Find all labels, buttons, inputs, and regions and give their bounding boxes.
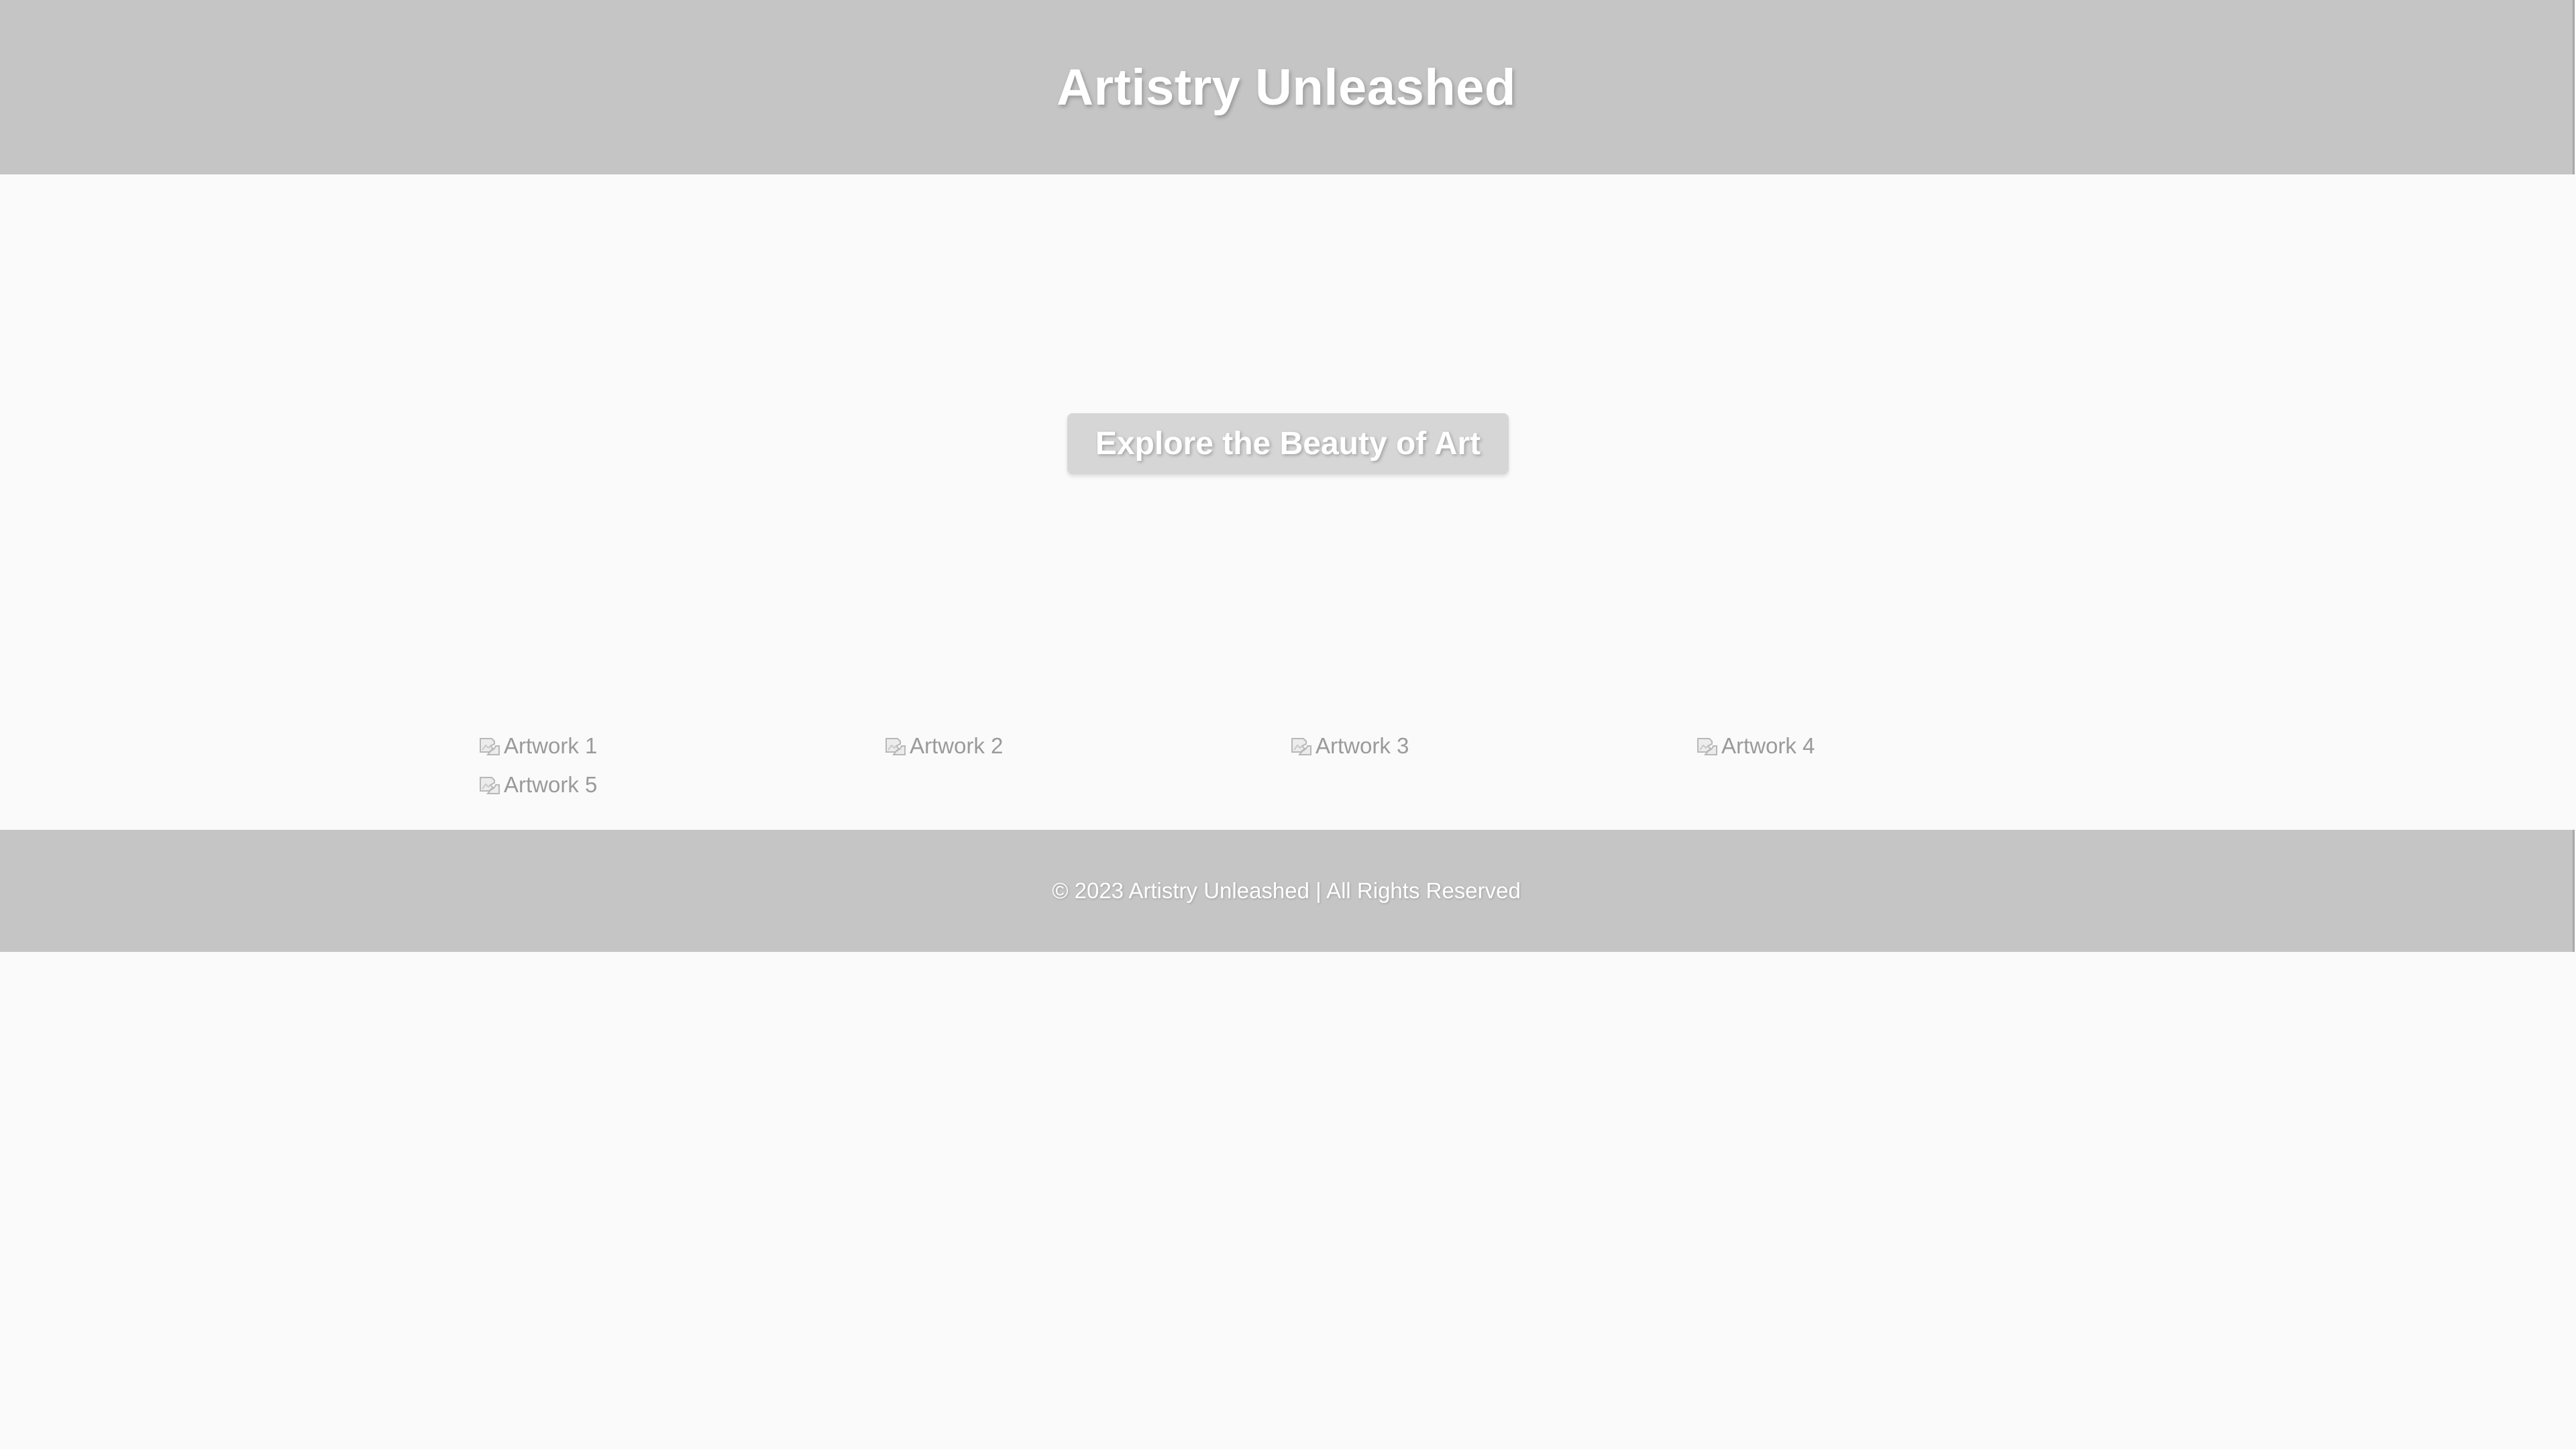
gallery-item[interactable]: Artwork 1 bbox=[478, 731, 884, 761]
broken-image-icon bbox=[1696, 735, 1719, 757]
gallery-item[interactable]: Artwork 2 bbox=[884, 731, 1290, 761]
gallery-item-label: Artwork 2 bbox=[910, 733, 1004, 758]
gallery-item-label: Artwork 3 bbox=[1316, 733, 1409, 758]
copyright-text: © 2023 Artistry Unleashed | All Rights R… bbox=[1052, 878, 1521, 903]
gallery-item[interactable]: Artwork 4 bbox=[1696, 731, 2102, 761]
hero-section: Explore the Beauty of Art bbox=[0, 174, 2576, 711]
site-footer: © 2023 Artistry Unleashed | All Rights R… bbox=[0, 830, 2575, 952]
broken-image-icon bbox=[478, 735, 501, 757]
gallery-item-label: Artwork 1 bbox=[504, 733, 598, 758]
site-header: Artistry Unleashed bbox=[0, 0, 2575, 174]
artwork-gallery: Artwork 1 Artwork 2 Artwork 3 Artwork 4 … bbox=[478, 731, 2102, 800]
gallery-item[interactable]: Artwork 5 bbox=[478, 770, 884, 800]
gallery-item-label: Artwork 5 bbox=[504, 772, 598, 797]
broken-image-icon bbox=[478, 773, 501, 796]
gallery-item[interactable]: Artwork 3 bbox=[1290, 731, 1696, 761]
site-title: Artistry Unleashed bbox=[1057, 58, 1516, 116]
broken-image-icon bbox=[884, 735, 907, 757]
gallery-item-label: Artwork 4 bbox=[1721, 733, 1815, 758]
broken-image-icon bbox=[1290, 735, 1313, 757]
explore-button[interactable]: Explore the Beauty of Art bbox=[1067, 413, 1509, 474]
